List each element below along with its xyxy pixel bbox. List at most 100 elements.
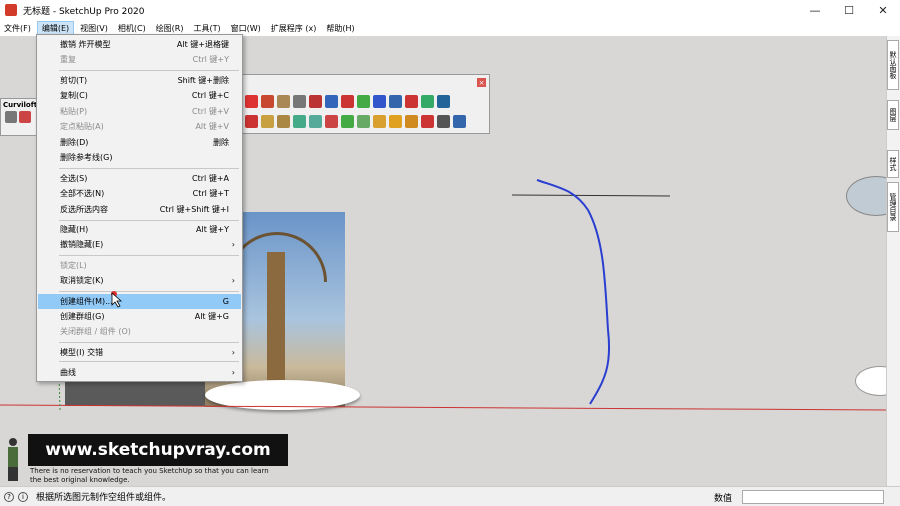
tool-24-icon[interactable] xyxy=(405,115,418,128)
tool-17-icon[interactable] xyxy=(293,115,306,128)
menu-item-make-group[interactable]: 创建群组(G) Alt 键+G xyxy=(38,309,241,324)
menu-item-cut[interactable]: 剪切(T) Shift 键+删除 xyxy=(38,73,241,88)
toolbar-row-2 xyxy=(245,115,466,128)
close-button[interactable]: ✕ xyxy=(866,0,900,20)
edit-menu-dropdown: 撤销 炸开模型 Alt 键+退格键 重复 Ctrl 键+Y 剪切(T) Shift 键… xyxy=(36,34,243,382)
menu-file[interactable]: 文件(F) xyxy=(0,22,35,35)
menu-item-make-component[interactable]: 创建组件(M)... G xyxy=(38,294,241,309)
scale-figure xyxy=(6,438,20,484)
curviloft-toolbar[interactable]: Curviloft xyxy=(0,98,38,136)
tool-9-icon[interactable] xyxy=(373,95,386,108)
menu-item-delete[interactable]: 删除(D) 删除 xyxy=(38,135,241,150)
tool-7-icon[interactable] xyxy=(341,95,354,108)
toolbar-row-1 xyxy=(245,95,450,108)
tool-14-icon[interactable] xyxy=(245,115,258,128)
chevron-right-icon: › xyxy=(231,276,235,285)
menu-item-paste[interactable]: 粘贴(P) Ctrl 键+V xyxy=(38,104,241,119)
menu-item-copy[interactable]: 复制(C) Ctrl 键+C xyxy=(38,88,241,103)
tool-26-icon[interactable] xyxy=(437,115,450,128)
tool-15-icon[interactable] xyxy=(261,115,274,128)
menu-view[interactable]: 视图(V) xyxy=(76,22,112,35)
menu-item-redo[interactable]: 重复 Ctrl 键+Y xyxy=(38,52,241,67)
menu-item-lock[interactable]: 锁定(L) xyxy=(38,258,241,273)
info-icon[interactable]: i xyxy=(18,491,28,502)
sketchup-window: 无标题 - SketchUp Pro 2020 — ☐ ✕ 文件(F) 编辑(E… xyxy=(0,0,900,506)
menu-item-unhide[interactable]: 撤销隐藏(E) › xyxy=(38,237,241,252)
tool-5-icon[interactable] xyxy=(309,95,322,108)
status-bar: ? i 根据所选图元制作空组件或组件。 数值 xyxy=(0,486,900,506)
tool-12-icon[interactable] xyxy=(421,95,434,108)
menu-camera[interactable]: 相机(C) xyxy=(114,22,150,35)
menu-item-curve[interactable]: 曲线 › xyxy=(38,365,241,380)
menu-item-hide[interactable]: 隐藏(H) Alt 键+Y xyxy=(38,222,241,237)
menu-item-invert-selection[interactable]: 反选所选内容 Ctrl 键+Shift 键+I xyxy=(38,202,241,217)
menu-separator xyxy=(59,255,239,256)
measurements-label: 数值 xyxy=(714,494,733,504)
measurements-input[interactable] xyxy=(742,490,884,504)
menu-item-delete-guides[interactable]: 删除参考线(G) xyxy=(38,150,241,165)
window-controls: — ☐ ✕ xyxy=(798,0,900,20)
menu-separator xyxy=(59,342,239,343)
sketchup-logo-icon xyxy=(5,4,17,16)
menu-separator xyxy=(59,361,239,362)
tool-3-icon[interactable] xyxy=(277,95,290,108)
menu-item-select-none[interactable]: 全部不选(N) Ctrl 键+T xyxy=(38,186,241,201)
menu-draw[interactable]: 绘图(R) xyxy=(152,22,188,35)
chevron-right-icon: › xyxy=(231,348,235,357)
watermark-subtitle: There is no reservation to teach you Ske… xyxy=(30,467,269,484)
default-tray: 默认面板 图层 样式 管理目录 xyxy=(886,36,900,486)
maximize-button[interactable]: ☐ xyxy=(832,0,866,20)
menu-separator xyxy=(59,70,239,71)
chevron-right-icon: › xyxy=(231,368,235,377)
tool-6-icon[interactable] xyxy=(325,95,338,108)
tool-20-icon[interactable] xyxy=(341,115,354,128)
watermark-banner: www.sketchupvray.com xyxy=(28,434,288,466)
skin-icon[interactable] xyxy=(19,111,31,123)
menu-item-unlock[interactable]: 取消锁定(K) › xyxy=(38,273,241,288)
window-title: 无标题 - SketchUp Pro 2020 xyxy=(23,6,145,17)
tool-1-icon[interactable] xyxy=(245,95,258,108)
menu-item-select-all[interactable]: 全选(S) Ctrl 键+A xyxy=(38,171,241,186)
model-base-shadow xyxy=(65,380,205,406)
floating-toolbar[interactable]: × xyxy=(238,74,490,134)
tool-2-icon[interactable] xyxy=(261,95,274,108)
tool-25-icon[interactable] xyxy=(421,115,434,128)
tool-11-icon[interactable] xyxy=(405,95,418,108)
menu-tools[interactable]: 工具(T) xyxy=(190,22,225,35)
curviloft-title: Curviloft xyxy=(3,101,38,109)
tool-10-icon[interactable] xyxy=(389,95,402,108)
tool-23-icon[interactable] xyxy=(389,115,402,128)
chevron-right-icon: › xyxy=(231,240,235,249)
menu-item-close-group[interactable]: 关闭群组 / 组件 (O) xyxy=(38,324,241,339)
close-icon[interactable]: × xyxy=(477,78,486,87)
tool-16-icon[interactable] xyxy=(277,115,290,128)
menu-separator xyxy=(59,168,239,169)
geo-location-icon[interactable]: ? xyxy=(4,491,14,502)
tool-21-icon[interactable] xyxy=(357,115,370,128)
tray-tab-styles[interactable]: 样式 xyxy=(887,150,899,178)
tool-19-icon[interactable] xyxy=(325,115,338,128)
menu-separator xyxy=(59,291,239,292)
menu-item-paste-in-place[interactable]: 定点粘贴(A) Alt 键+V xyxy=(38,119,241,134)
tool-18-icon[interactable] xyxy=(309,115,322,128)
status-hint: 根据所选图元制作空组件或组件。 xyxy=(36,493,172,503)
loft-icon[interactable] xyxy=(5,111,17,123)
tool-4-icon[interactable] xyxy=(293,95,306,108)
title-bar: 无标题 - SketchUp Pro 2020 — ☐ ✕ xyxy=(0,0,900,20)
tool-27-icon[interactable] xyxy=(453,115,466,128)
white-disc-model[interactable] xyxy=(205,380,360,410)
tool-8-icon[interactable] xyxy=(357,95,370,108)
menu-item-intersect-faces[interactable]: 模型(I) 交错 › xyxy=(38,345,241,360)
menu-extensions[interactable]: 扩展程序 (x) xyxy=(267,22,321,35)
tool-13-icon[interactable] xyxy=(437,95,450,108)
tray-tab-outliner[interactable]: 管理目录 xyxy=(887,182,899,232)
tray-tab-layers[interactable]: 图层 xyxy=(887,100,899,130)
curviloft-icons xyxy=(1,111,37,123)
menu-item-undo[interactable]: 撤销 炸开模型 Alt 键+退格键 xyxy=(38,37,241,52)
menu-help[interactable]: 帮助(H) xyxy=(322,22,358,35)
menu-separator xyxy=(59,220,239,221)
minimize-button[interactable]: — xyxy=(798,0,832,20)
tool-22-icon[interactable] xyxy=(373,115,386,128)
tray-tab-default[interactable]: 默认面板 xyxy=(887,40,899,90)
menu-window[interactable]: 窗口(W) xyxy=(227,22,265,35)
